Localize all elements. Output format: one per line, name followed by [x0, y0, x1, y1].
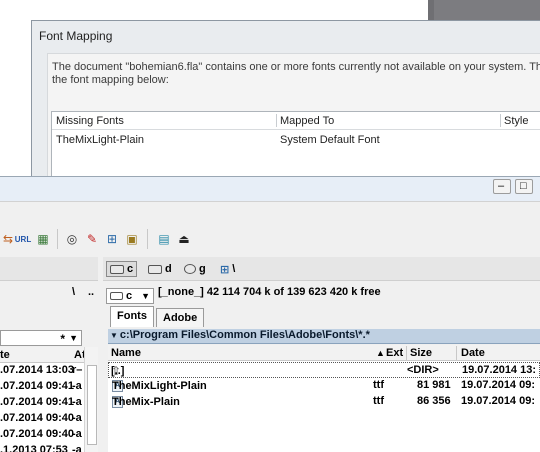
- column-divider[interactable]: [276, 114, 277, 127]
- drive-letter: g: [199, 263, 206, 275]
- url-icon[interactable]: URL: [15, 231, 31, 247]
- tab-fonts[interactable]: Fonts: [110, 306, 154, 327]
- file-name: TheMixLight-Plain: [112, 380, 207, 392]
- dialog-title: Font Mapping: [39, 29, 113, 43]
- minimize-button[interactable]: –: [493, 179, 511, 194]
- column-missing-fonts[interactable]: Missing Fonts: [56, 115, 124, 127]
- edit-icon[interactable]: ✎: [84, 231, 100, 247]
- file-list-header: Name ▲ Ext Size Date: [108, 345, 540, 361]
- table-row[interactable]: ⇧ [..] <DIR> 19.07.2014 13:: [108, 362, 540, 378]
- column-ext[interactable]: Ext: [386, 347, 403, 359]
- chevron-down-icon: ▼: [141, 291, 150, 301]
- file-name: [..]: [111, 365, 125, 377]
- missing-font-name: TheMixLight-Plain: [56, 134, 145, 146]
- maximize-icon: □: [520, 180, 527, 192]
- column-size[interactable]: Size: [410, 347, 432, 359]
- tree-icon[interactable]: ⊞: [104, 231, 120, 247]
- chevron-down-icon: ▼: [69, 333, 78, 343]
- background-window-inner: [434, 0, 540, 20]
- drive-combo-value: c: [126, 290, 133, 302]
- divider: [147, 229, 148, 249]
- sort-up-icon: ▲: [376, 348, 385, 358]
- mapped-font-name: System Default Font: [280, 134, 380, 146]
- left-drive-bar: [0, 257, 98, 281]
- left-up-button[interactable]: ..: [88, 286, 94, 304]
- list-item[interactable]: .1.2013 07:53 -a: [0, 444, 82, 452]
- file-date: 19.07.2014 13:: [462, 364, 537, 376]
- filter-value: *: [60, 332, 65, 346]
- file-ext: ttf: [373, 395, 384, 407]
- table-row[interactable]: A TheMix-Plain ttf 86 356 19.07.2014 09:: [108, 394, 540, 410]
- drive-button-g[interactable]: g: [184, 261, 206, 277]
- chevron-down-icon: ▼: [110, 331, 118, 340]
- column-style[interactable]: Style: [504, 115, 528, 127]
- filter-combo[interactable]: * ▼: [0, 330, 82, 346]
- current-path: c:\Program Files\Common Files\Adobe\Font…: [119, 329, 370, 341]
- file-manager-window: – □ ⇆ URL ▦ ◎ ✎ ⊞ ▣ ▤ ⏏ c d g ⊞ \ \ .. c ▼…: [0, 176, 540, 452]
- binoculars-icon[interactable]: ◎: [64, 231, 80, 247]
- title-bar: [0, 177, 540, 201]
- list-item[interactable]: .07.2014 09:41 -a: [0, 396, 82, 408]
- cd-drive-icon: [184, 264, 196, 274]
- column-divider[interactable]: [406, 346, 407, 360]
- drive-letter: \: [232, 263, 236, 275]
- left-root-button[interactable]: \: [72, 286, 75, 304]
- drive-button-d[interactable]: d: [148, 261, 172, 277]
- divider: [0, 201, 540, 202]
- book-icon[interactable]: ▤: [156, 231, 172, 247]
- file-date: 19.07.2014 09:: [461, 379, 536, 391]
- list-item[interactable]: .07.2014 09:40 -a: [0, 428, 82, 440]
- drive-letter: c: [127, 263, 134, 275]
- drive-button-network[interactable]: ⊞ \: [220, 261, 235, 277]
- minimize-icon: –: [498, 180, 505, 192]
- tab-adobe[interactable]: Adobe: [156, 308, 205, 327]
- file-size: 86 356: [417, 395, 451, 407]
- hard-drive-icon: [148, 264, 162, 274]
- list-item[interactable]: .07.2014 09:40 -a: [0, 412, 82, 424]
- drive-button-c[interactable]: c: [106, 261, 138, 277]
- column-date[interactable]: te: [0, 347, 70, 363]
- file-date: 19.07.2014 09:: [461, 395, 536, 407]
- hard-drive-icon: [110, 292, 123, 300]
- volume-info: [_none_] 42 114 704 k of 139 623 420 k f…: [158, 286, 381, 298]
- column-divider[interactable]: [500, 114, 501, 127]
- hard-drive-icon: [110, 264, 124, 274]
- right-file-panel[interactable]: Name ▲ Ext Size Date ⇧ [..] <DIR> 19.07.2…: [108, 345, 540, 452]
- column-date[interactable]: Date: [461, 347, 485, 359]
- grid-icon[interactable]: ▦: [35, 231, 51, 247]
- font-mapping-dialog: Font Mapping The document "bohemian6.fla…: [31, 20, 540, 221]
- list-item[interactable]: .07.2014 09:41 -a: [0, 380, 82, 392]
- column-attr[interactable]: Attr: [70, 347, 94, 363]
- vertical-scrollbar[interactable]: [84, 347, 98, 452]
- file-size: <DIR>: [407, 364, 439, 376]
- column-name[interactable]: Name: [111, 347, 141, 359]
- drive-combo[interactable]: c ▼: [106, 288, 154, 304]
- table-row[interactable]: A TheMixLight-Plain ttf 81 981 19.07.2014…: [108, 378, 540, 394]
- file-name: TheMix-Plain: [112, 396, 180, 408]
- copy-icon[interactable]: ⇆: [0, 231, 16, 247]
- scrollbar-thumb[interactable]: [87, 365, 97, 445]
- column-divider[interactable]: [456, 346, 457, 360]
- current-path-bar[interactable]: ▼ c:\Program Files\Common Files\Adobe\Fon…: [108, 329, 540, 344]
- network-icon: ⊞: [220, 263, 230, 276]
- left-file-panel[interactable]: te Attr .07.2014 13:03r– .07.2014 09:41-…: [0, 347, 98, 452]
- background-window: [428, 0, 540, 20]
- file-ext: ttf: [373, 379, 384, 391]
- disk-icon[interactable]: ⏏: [176, 231, 192, 247]
- dialog-message: The document "bohemian6.fla" contains on…: [52, 61, 540, 86]
- file-size: 81 981: [417, 379, 451, 391]
- list-item[interactable]: .07.2014 13:03 r–: [0, 364, 82, 376]
- column-mapped-to[interactable]: Mapped To: [280, 115, 334, 127]
- archive-icon[interactable]: ▣: [124, 231, 140, 247]
- table-header: Missing Fonts Mapped To Style: [52, 112, 540, 130]
- dialog-body: The document "bohemian6.fla" contains on…: [47, 53, 540, 221]
- drive-letter: d: [165, 263, 172, 275]
- divider: [57, 229, 58, 249]
- maximize-button[interactable]: □: [515, 179, 533, 194]
